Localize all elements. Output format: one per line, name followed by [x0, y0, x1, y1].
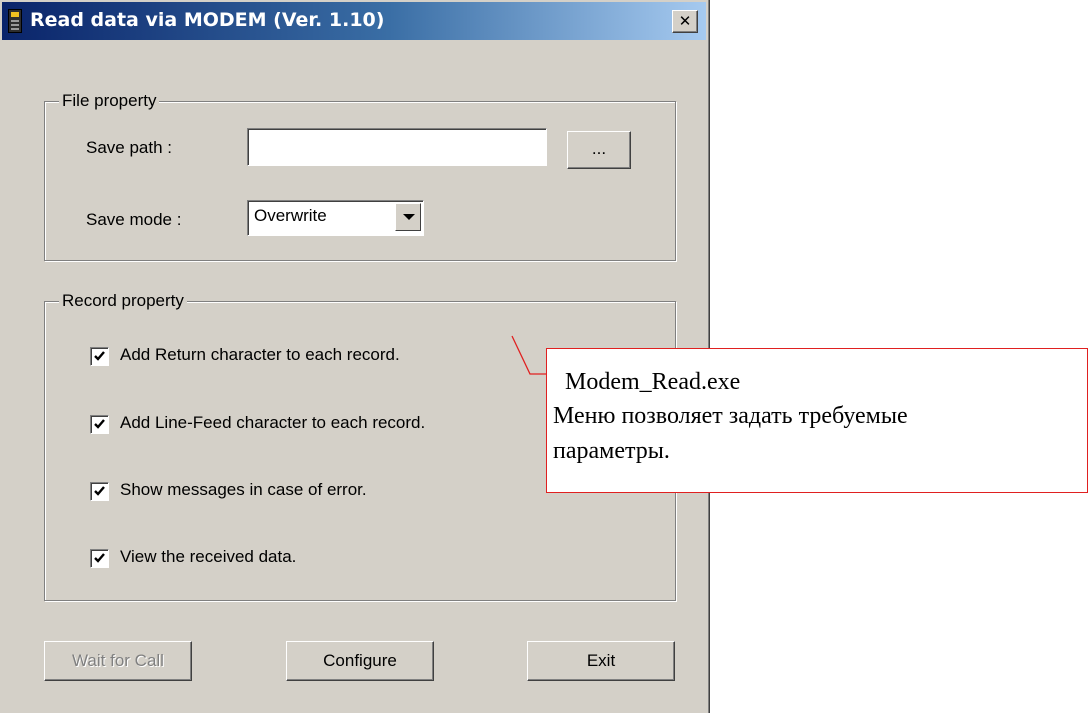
callout-filename: Modem_Read.exe	[565, 369, 741, 395]
annotation-callout: Modem_Read.exe Меню позволяет задать тре…	[546, 348, 1088, 493]
callout-description-line2: параметры.	[553, 438, 670, 464]
callout-description-line1: Меню позволяет задать требуемые	[553, 403, 908, 429]
